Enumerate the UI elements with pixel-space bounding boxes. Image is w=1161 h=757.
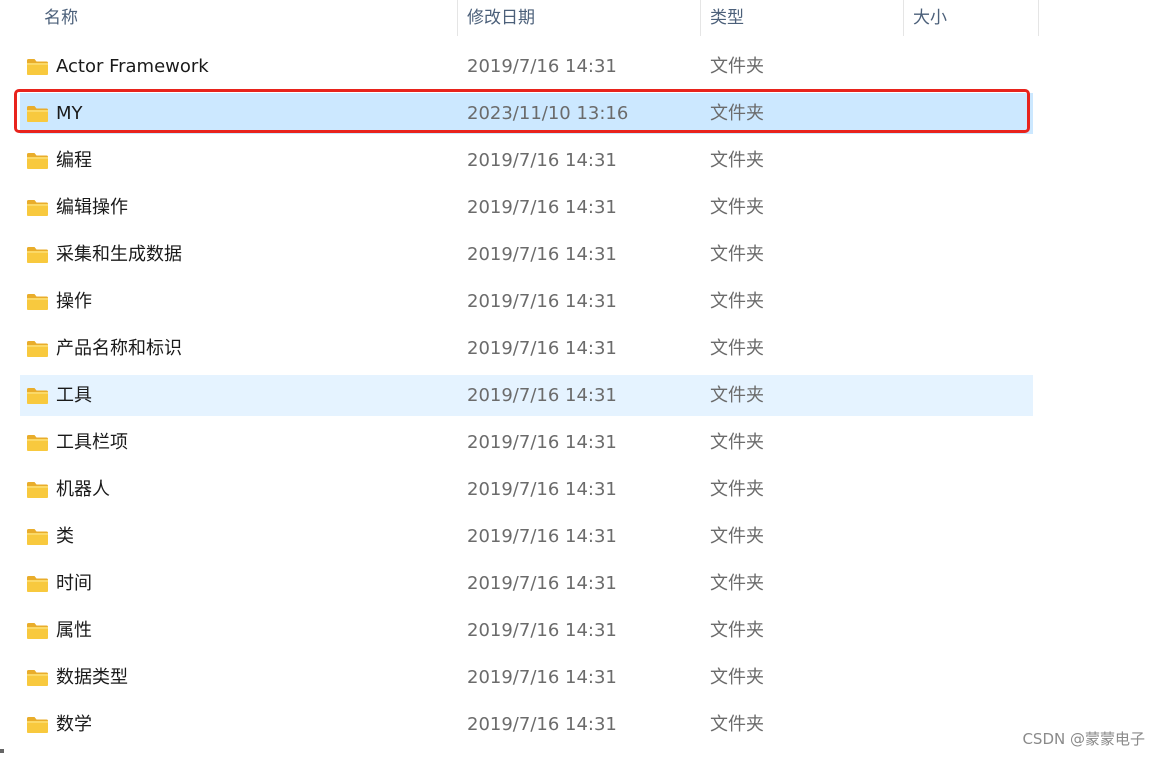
- folder-icon: [26, 481, 49, 499]
- file-name: 产品名称和标识: [56, 338, 182, 359]
- column-divider[interactable]: [457, 0, 458, 36]
- file-type: 文件夹: [710, 432, 764, 453]
- file-name: 工具栏项: [56, 432, 128, 453]
- modified-date: 2019/7/16 14:31: [467, 197, 617, 218]
- column-divider[interactable]: [1038, 0, 1039, 36]
- table-row[interactable]: 数据类型 2019/7/16 14:31 文件夹: [20, 657, 1033, 698]
- table-row[interactable]: 数学 2019/7/16 14:31 文件夹: [20, 704, 1033, 745]
- table-row[interactable]: 编辑操作 2019/7/16 14:31 文件夹: [20, 187, 1033, 228]
- file-type: 文件夹: [710, 385, 764, 406]
- modified-date: 2019/7/16 14:31: [467, 714, 617, 735]
- modified-date: 2019/7/16 14:31: [467, 338, 617, 359]
- file-type: 文件夹: [710, 338, 764, 359]
- modified-date: 2019/7/16 14:31: [467, 573, 617, 594]
- folder-icon: [26, 716, 49, 734]
- sort-ascending-icon: ⌃: [240, 0, 251, 7]
- table-row[interactable]: 类 2019/7/16 14:31 文件夹: [20, 516, 1033, 557]
- column-divider[interactable]: [700, 0, 701, 36]
- file-name: 操作: [56, 291, 92, 312]
- table-row[interactable]: 产品名称和标识 2019/7/16 14:31 文件夹: [20, 328, 1033, 369]
- column-header-bar: 名称 ⌃ 修改日期 类型 大小: [0, 0, 1040, 36]
- file-name: 数学: [56, 714, 92, 735]
- table-row[interactable]: 工具栏项 2019/7/16 14:31 文件夹: [20, 422, 1033, 463]
- file-type: 文件夹: [710, 479, 764, 500]
- file-type: 文件夹: [710, 526, 764, 547]
- file-explorer-list: 名称 ⌃ 修改日期 类型 大小 Actor Framework 2019/7/16…: [0, 0, 1161, 757]
- modified-date: 2019/7/16 14:31: [467, 56, 617, 77]
- modified-date: 2019/7/16 14:31: [467, 526, 617, 547]
- column-divider[interactable]: [903, 0, 904, 36]
- modified-date: 2019/7/16 14:31: [467, 432, 617, 453]
- annotation-highlight-box: [14, 89, 1030, 133]
- edge-mark: [0, 749, 4, 753]
- table-row[interactable]: 采集和生成数据 2019/7/16 14:31 文件夹: [20, 234, 1033, 275]
- table-row[interactable]: Actor Framework 2019/7/16 14:31 文件夹: [20, 46, 1033, 87]
- modified-date: 2019/7/16 14:31: [467, 244, 617, 265]
- folder-icon: [26, 199, 49, 217]
- watermark: CSDN @蒙蒙电子: [1022, 730, 1145, 748]
- file-name: Actor Framework: [56, 56, 209, 77]
- modified-date: 2019/7/16 14:31: [467, 150, 617, 171]
- folder-icon: [26, 434, 49, 452]
- column-header-type[interactable]: 类型: [702, 0, 902, 36]
- folder-icon: [26, 575, 49, 593]
- file-type: 文件夹: [710, 573, 764, 594]
- folder-icon: [26, 152, 49, 170]
- column-header-size[interactable]: 大小: [905, 0, 1037, 36]
- file-name: 采集和生成数据: [56, 244, 182, 265]
- table-row[interactable]: 机器人 2019/7/16 14:31 文件夹: [20, 469, 1033, 510]
- modified-date: 2019/7/16 14:31: [467, 620, 617, 641]
- table-row[interactable]: 工具 2019/7/16 14:31 文件夹: [20, 375, 1033, 416]
- file-type: 文件夹: [710, 714, 764, 735]
- file-name: 编辑操作: [56, 197, 128, 218]
- column-header-date[interactable]: 修改日期: [459, 0, 699, 36]
- file-type: 文件夹: [710, 56, 764, 77]
- table-row[interactable]: 编程 2019/7/16 14:31 文件夹: [20, 140, 1033, 181]
- file-name: 数据类型: [56, 667, 128, 688]
- folder-icon: [26, 387, 49, 405]
- modified-date: 2019/7/16 14:31: [467, 385, 617, 406]
- folder-icon: [26, 669, 49, 687]
- file-name: 机器人: [56, 479, 110, 500]
- file-type: 文件夹: [710, 291, 764, 312]
- file-name: 时间: [56, 573, 92, 594]
- file-type: 文件夹: [710, 197, 764, 218]
- folder-icon: [26, 293, 49, 311]
- file-type: 文件夹: [710, 667, 764, 688]
- modified-date: 2019/7/16 14:31: [467, 291, 617, 312]
- folder-icon: [26, 58, 49, 76]
- folder-icon: [26, 622, 49, 640]
- table-row[interactable]: 属性 2019/7/16 14:31 文件夹: [20, 610, 1033, 651]
- table-row[interactable]: 时间 2019/7/16 14:31 文件夹: [20, 563, 1033, 604]
- table-row[interactable]: 操作 2019/7/16 14:31 文件夹: [20, 281, 1033, 322]
- folder-icon: [26, 340, 49, 358]
- file-type: 文件夹: [710, 150, 764, 171]
- file-name: 编程: [56, 150, 92, 171]
- modified-date: 2019/7/16 14:31: [467, 667, 617, 688]
- file-type: 文件夹: [710, 244, 764, 265]
- folder-icon: [26, 528, 49, 546]
- file-name: 属性: [56, 620, 92, 641]
- file-type: 文件夹: [710, 620, 764, 641]
- modified-date: 2019/7/16 14:31: [467, 479, 617, 500]
- file-name: 工具: [56, 385, 92, 406]
- folder-icon: [26, 246, 49, 264]
- file-name: 类: [56, 526, 74, 547]
